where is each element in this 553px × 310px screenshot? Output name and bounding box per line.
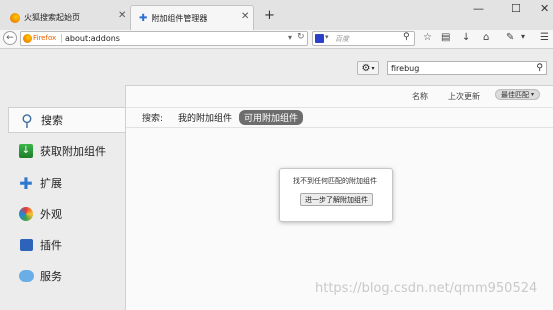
category-label: 获取附加组件 [40,145,106,158]
puzzle-icon: ✚ [139,12,148,24]
gear-icon: ⚙ [361,62,371,74]
filter-available-addons[interactable]: 可用附加组件 [239,110,304,125]
bookmarks-menu-icon[interactable]: ▤ [441,32,450,43]
paintbrush-icon [17,205,35,223]
puzzle-icon: ✚ [19,173,33,193]
category-search[interactable]: ⚲ 搜索 [8,107,126,133]
tab-start-page[interactable]: 火狐搜索起始页 ✕ [0,5,130,30]
watermark-text: https://blog.csdn.net/qmm950524 [315,281,538,296]
plugin-brick-icon [17,236,35,254]
chevron-down-icon: ▾ [371,64,375,72]
minimize-icon[interactable]: — [473,2,484,15]
filter-my-addons[interactable]: 我的附加组件 [178,111,232,124]
tab-strip: 火狐搜索起始页 ✕ ✚ 附加组件管理器 ✕ + — ☐ ✕ [0,0,553,30]
downloads-icon[interactable]: ↓ [462,32,470,43]
search-icon[interactable]: ⚲ [403,32,410,42]
sort-by-last-updated[interactable]: 上次更新 [448,91,480,102]
filter-row: 搜索: 我的附加组件 可用附加组件 [126,107,553,128]
reload-icon[interactable]: ↻ [297,32,305,42]
download-icon: ↓ [17,142,35,160]
chevron-down-icon: ▾ [530,91,534,98]
tools-gear-button[interactable]: ⚙ ▾ [357,61,379,75]
navigation-toolbar: ← Firefox about:addons ▾ ↻ ▾ 百度 ⚲ ☆ ▤ ↓ … [0,30,553,49]
addons-search-value[interactable]: firebug [391,64,419,73]
tab-addons-manager[interactable]: ✚ 附加组件管理器 ✕ [130,5,254,30]
firefox-identity-icon [23,34,32,43]
web-search-bar[interactable]: ▾ 百度 ⚲ [312,31,415,46]
category-appearance[interactable]: 外观 [8,201,126,227]
baidu-engine-icon[interactable] [315,34,324,43]
url-text[interactable]: about:addons [61,34,120,43]
back-button[interactable]: ← [3,31,17,45]
category-label: 搜索 [41,114,63,127]
sort-best-match-button[interactable]: 最佳匹配 ▾ [495,89,540,100]
close-window-icon[interactable]: ✕ [540,2,549,15]
category-services[interactable]: 服务 [8,263,126,289]
tab-title: 附加组件管理器 [151,13,208,23]
engine-dropdown-icon[interactable]: ▾ [325,33,329,41]
extension-dropdown-icon[interactable]: ▾ [521,32,525,41]
magnifier-icon: ⚲ [21,110,33,130]
learn-more-label: 进一步了解附加组件 [305,195,368,204]
close-icon[interactable]: ✕ [241,11,249,22]
speech-bubble-icon [17,267,35,285]
category-label: 扩展 [40,177,62,190]
dropdown-icon[interactable]: ▾ [288,33,292,42]
home-icon[interactable]: ⌂ [483,32,489,43]
identity-label: Firefox [33,34,57,42]
category-sidebar: ⚲ 搜索 ↓ 获取附加组件 ✚ 扩展 外观 插件 服务 [0,100,126,309]
sort-best-match-label: 最佳匹配 [500,90,529,99]
sort-by-name[interactable]: 名称 [412,91,428,102]
close-icon[interactable]: ✕ [118,10,126,21]
category-label: 插件 [40,239,62,252]
filter-label: 搜索: [142,114,164,124]
addons-search-input[interactable]: firebug ⚲ [387,61,547,75]
firefox-logo-icon [10,12,20,23]
url-bar[interactable]: Firefox about:addons ▾ ↻ [20,31,308,46]
category-plugins[interactable]: 插件 [8,232,126,258]
bookmark-star-icon[interactable]: ☆ [423,32,432,43]
tab-title: 火狐搜索起始页 [24,13,80,22]
no-results-notice: 找不到任何匹配的附加组件 进一步了解附加组件 [279,168,393,222]
menu-icon[interactable]: ☰ [540,32,549,43]
category-label: 外观 [40,208,62,221]
search-icon[interactable]: ⚲ [536,63,543,73]
learn-more-button[interactable]: 进一步了解附加组件 [300,193,373,206]
new-tab-button[interactable]: + [264,8,275,23]
search-placeholder: 百度 [335,35,349,43]
category-get-addons[interactable]: ↓ 获取附加组件 [8,138,126,164]
maximize-icon[interactable]: ☐ [511,2,521,15]
category-extensions[interactable]: ✚ 扩展 [8,170,126,196]
extension-icon[interactable]: ✎ [506,32,514,43]
no-results-message: 找不到任何匹配的附加组件 [293,177,377,185]
category-label: 服务 [40,270,62,283]
